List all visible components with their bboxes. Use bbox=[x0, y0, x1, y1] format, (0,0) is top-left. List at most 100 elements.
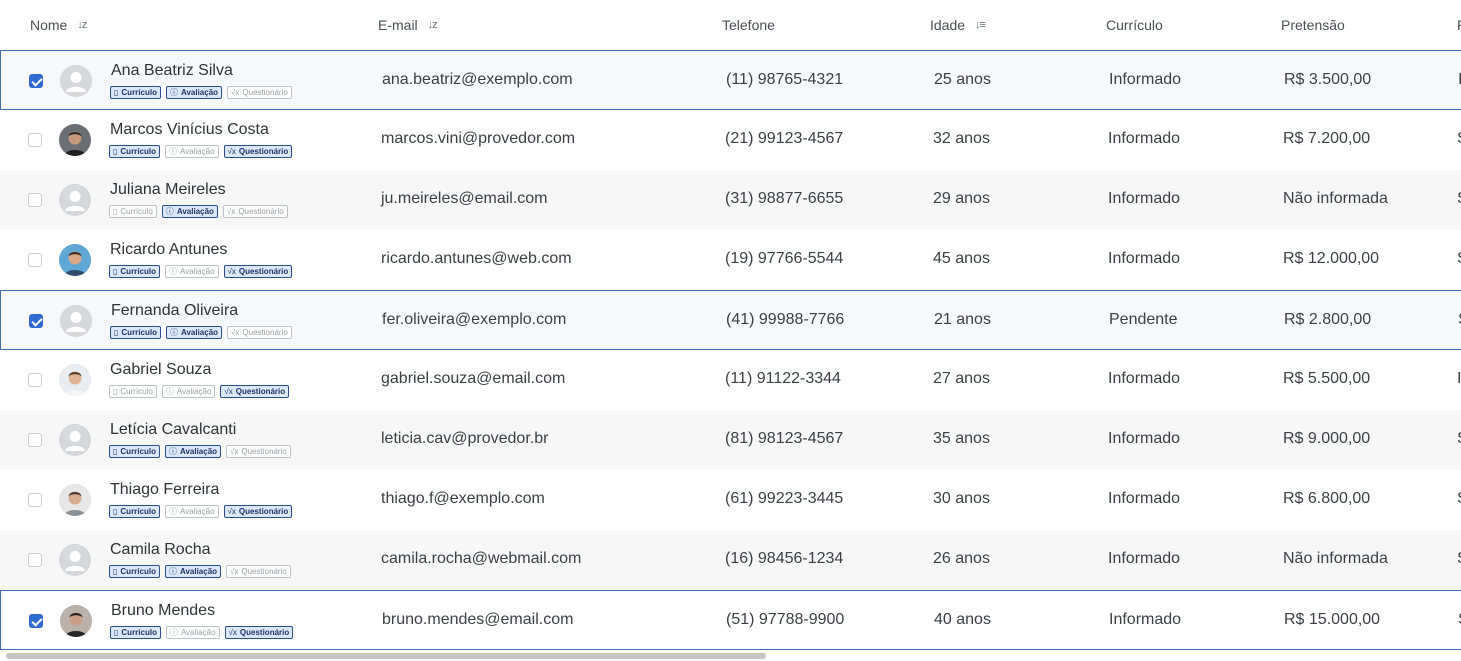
candidate-name[interactable]: Thiago Ferreira bbox=[110, 481, 219, 499]
sqrt-icon: √x bbox=[227, 267, 236, 276]
badge-questionario[interactable]: √x Questionário bbox=[223, 265, 293, 278]
badge-questionario[interactable]: √x Questionário bbox=[227, 86, 292, 99]
badge-avaliacao[interactable]: ⓘ Avaliação bbox=[161, 385, 216, 398]
table-row[interactable]: Camila Rocha ▯ Currículo ⓘ Avaliação √x Questi… bbox=[0, 530, 1461, 590]
badge-questionario[interactable]: √x Questionário bbox=[220, 385, 290, 398]
header-phone[interactable]: Telefone bbox=[722, 17, 775, 33]
badge-label: Avaliação bbox=[176, 207, 214, 216]
badge-questionario[interactable]: √x Questionário bbox=[222, 205, 288, 218]
row-checkbox[interactable] bbox=[28, 373, 42, 387]
candidate-name[interactable]: Bruno Mendes bbox=[111, 602, 215, 620]
badge-questionario[interactable]: √x Questionário bbox=[226, 565, 291, 578]
badge-curriculo[interactable]: ▯ Currículo bbox=[109, 565, 160, 578]
status-badges: ▯ Currículo ⓘ Avaliação √x Questionário bbox=[110, 86, 292, 99]
info-icon: ⓘ bbox=[169, 328, 178, 337]
row-checkbox[interactable] bbox=[29, 314, 43, 328]
badge-avaliacao[interactable]: ⓘ Avaliação bbox=[165, 326, 223, 339]
avatar bbox=[59, 484, 91, 516]
phone-cell: (11) 98765-4321 bbox=[726, 71, 844, 88]
header-age[interactable]: Idade ↓≡ bbox=[930, 17, 986, 33]
badge-curriculo[interactable]: ▯ Currículo bbox=[109, 265, 160, 278]
badge-questionario[interactable]: √x Questionário bbox=[226, 445, 291, 458]
avatar bbox=[60, 305, 92, 337]
header-curriculo-label: Currículo bbox=[1106, 17, 1163, 33]
curriculo-cell: Informado bbox=[1108, 190, 1181, 207]
phone-cell: (31) 98877-6655 bbox=[725, 190, 844, 207]
row-checkbox[interactable] bbox=[28, 253, 42, 267]
avatar bbox=[60, 605, 92, 637]
row-checkbox[interactable] bbox=[28, 193, 42, 207]
curriculo-cell: Informado bbox=[1108, 370, 1181, 387]
row-checkbox[interactable] bbox=[28, 433, 42, 447]
pretensao-cell: R$ 6.800,00 bbox=[1283, 490, 1371, 507]
header-extra[interactable]: F bbox=[1457, 17, 1461, 33]
badge-questionario[interactable]: √x Questionário bbox=[227, 326, 292, 339]
horizontal-scrollbar-thumb[interactable] bbox=[6, 653, 766, 659]
candidate-name[interactable]: Ana Beatriz Silva bbox=[111, 62, 233, 80]
badge-curriculo[interactable]: ▯ Currículo bbox=[110, 626, 161, 639]
badge-curriculo[interactable]: ▯ Currículo bbox=[110, 86, 161, 99]
table-row[interactable]: Bruno Mendes ▯ Currículo ⓘ Avaliação √x Questi… bbox=[0, 590, 1461, 650]
badge-avaliacao[interactable]: ⓘ Avaliação bbox=[165, 86, 223, 99]
email-cell: bruno.mendes@email.com bbox=[382, 611, 574, 628]
age-cell: 26 anos bbox=[933, 550, 990, 567]
header-curriculo[interactable]: Currículo bbox=[1106, 17, 1163, 33]
badge-questionario[interactable]: √x Questionário bbox=[223, 145, 293, 158]
candidate-name[interactable]: Letícia Cavalcanti bbox=[110, 421, 236, 439]
table-row[interactable]: Marcos Vinícius Costa ▯ Currículo ⓘ Avaliaçã… bbox=[0, 110, 1461, 170]
status-badges: ▯ Currículo ⓘ Avaliação √x Questionário bbox=[109, 385, 290, 398]
badge-questionario[interactable]: √x Questionário bbox=[224, 626, 294, 639]
sqrt-icon: √x bbox=[226, 207, 236, 216]
table-row[interactable]: Juliana Meireles ▯ Currículo ⓘ Avaliação √x Qu… bbox=[0, 170, 1461, 230]
badge-curriculo[interactable]: ▯ Currículo bbox=[109, 145, 160, 158]
badge-curriculo[interactable]: ▯ Currículo bbox=[109, 445, 160, 458]
age-cell: 45 anos bbox=[933, 250, 990, 267]
sort-alpha-icon[interactable]: ↓z bbox=[428, 19, 438, 31]
badge-avaliacao[interactable]: ⓘ Avaliação bbox=[161, 205, 218, 218]
sort-descending-icon[interactable]: ↓≡ bbox=[975, 19, 986, 31]
header-name[interactable]: Nome ↓z bbox=[30, 17, 87, 33]
candidate-name[interactable]: Camila Rocha bbox=[110, 541, 210, 559]
header-pretensao[interactable]: Pretensão bbox=[1281, 17, 1345, 33]
age-cell: 27 anos bbox=[933, 370, 990, 387]
row-checkbox[interactable] bbox=[29, 614, 43, 628]
badge-avaliacao[interactable]: ⓘ Avaliação bbox=[164, 145, 219, 158]
info-icon: ⓘ bbox=[165, 207, 174, 216]
document-icon: ▯ bbox=[113, 447, 118, 456]
badge-curriculo[interactable]: ▯ Currículo bbox=[109, 505, 160, 518]
table-row[interactable]: Letícia Cavalcanti ▯ Currículo ⓘ Avaliação √x… bbox=[0, 410, 1461, 470]
badge-questionario[interactable]: √x Questionário bbox=[223, 505, 293, 518]
row-checkbox[interactable] bbox=[28, 493, 42, 507]
badge-avaliacao[interactable]: ⓘ Avaliação bbox=[164, 265, 219, 278]
badge-curriculo[interactable]: ▯ Currículo bbox=[109, 385, 157, 398]
candidate-name[interactable]: Juliana Meireles bbox=[110, 181, 226, 199]
badge-avaliacao[interactable]: ⓘ Avaliação bbox=[165, 626, 220, 639]
row-checkbox[interactable] bbox=[29, 74, 43, 88]
badge-label: Avaliação bbox=[179, 147, 215, 156]
status-badges: ▯ Currículo ⓘ Avaliação √x Questionário bbox=[109, 505, 293, 518]
candidate-name[interactable]: Fernanda Oliveira bbox=[111, 302, 238, 320]
badge-curriculo[interactable]: ▯ Currículo bbox=[109, 205, 157, 218]
badge-avaliacao[interactable]: ⓘ Avaliação bbox=[164, 565, 222, 578]
candidate-name[interactable]: Gabriel Souza bbox=[110, 361, 211, 379]
row-checkbox[interactable] bbox=[28, 553, 42, 567]
table-row[interactable]: Fernanda Oliveira ▯ Currículo ⓘ Avaliação √x Q… bbox=[0, 290, 1461, 350]
table-row[interactable]: Thiago Ferreira ▯ Currículo ⓘ Avaliação √x Que… bbox=[0, 470, 1461, 530]
badge-label: Questionário bbox=[238, 147, 289, 156]
header-email[interactable]: E-mail ↓z bbox=[378, 17, 438, 33]
badge-curriculo[interactable]: ▯ Currículo bbox=[110, 326, 161, 339]
status-badges: ▯ Currículo ⓘ Avaliação √x Questionário bbox=[109, 445, 291, 458]
row-checkbox[interactable] bbox=[28, 133, 42, 147]
table-row[interactable]: Ana Beatriz Silva ▯ Currículo ⓘ Avaliação √x Q… bbox=[0, 50, 1461, 110]
sort-alpha-icon[interactable]: ↓z bbox=[77, 19, 87, 31]
candidate-name[interactable]: Marcos Vinícius Costa bbox=[110, 121, 269, 139]
curriculo-cell: Informado bbox=[1108, 250, 1181, 267]
table-row[interactable]: Gabriel Souza ▯ Currículo ⓘ Avaliação √x Quest… bbox=[0, 350, 1461, 410]
pretensao-cell: R$ 12.000,00 bbox=[1283, 250, 1380, 267]
sqrt-icon: √x bbox=[230, 567, 239, 576]
candidate-name[interactable]: Ricardo Antunes bbox=[110, 241, 227, 259]
table-row[interactable]: Ricardo Antunes ▯ Currículo ⓘ Avaliação √x Que… bbox=[0, 230, 1461, 290]
badge-avaliacao[interactable]: ⓘ Avaliação bbox=[164, 445, 222, 458]
document-icon: ▯ bbox=[114, 628, 119, 637]
badge-avaliacao[interactable]: ⓘ Avaliação bbox=[164, 505, 219, 518]
